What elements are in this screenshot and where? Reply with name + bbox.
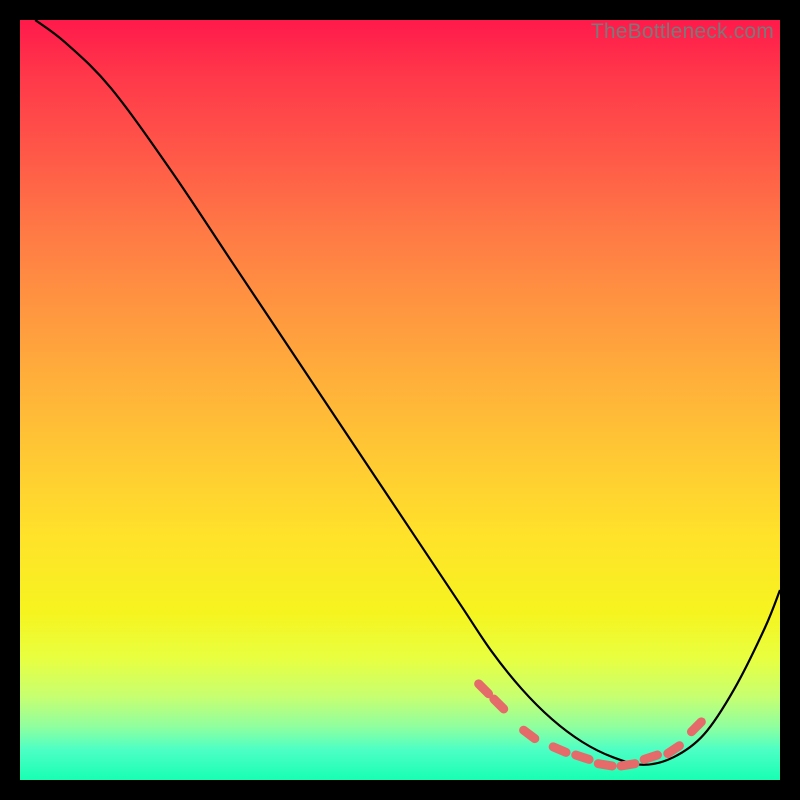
marker-dash [479,684,489,694]
marker-dash [524,730,535,738]
marker-dash [553,747,566,753]
chart-container: TheBottleneck.com [0,0,800,800]
bottleneck-curve [35,20,780,765]
marker-dash [691,722,701,732]
marker-dash [644,755,657,759]
marker-dash [576,755,589,759]
curve-line [35,20,780,765]
markers-group [479,684,702,766]
marker-dash [668,746,680,754]
marker-dash [494,699,504,709]
marker-dash [598,764,612,766]
marker-dash [621,764,635,766]
watermark-text: TheBottleneck.com [591,20,774,44]
chart-svg [20,20,780,780]
plot-area: TheBottleneck.com [20,20,780,780]
